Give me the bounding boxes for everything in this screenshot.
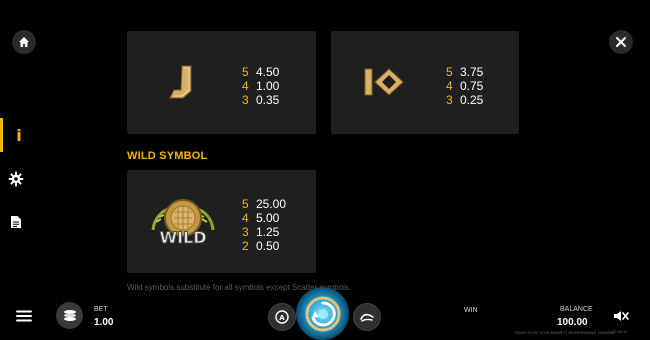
- pay-row: 2 0.50: [242, 239, 286, 253]
- paytable-card-j: 5 4.50 4 1.00 3 0.35: [127, 31, 316, 134]
- autoplay-button[interactable]: A: [268, 303, 296, 331]
- rail-item-info[interactable]: i: [0, 118, 35, 152]
- gear-icon: [8, 171, 24, 187]
- hamburger-icon: [16, 310, 32, 322]
- pay-count: 3: [446, 93, 453, 107]
- pay-count: 5: [242, 197, 249, 211]
- info-icon: i: [16, 125, 22, 145]
- ten-symbol-icon: [364, 68, 404, 96]
- pay-count: 4: [242, 79, 249, 93]
- pay-value: 0.25: [460, 93, 484, 107]
- close-button[interactable]: [609, 30, 633, 54]
- autoplay-icon: A: [275, 310, 289, 324]
- pay-value: 3.75: [460, 65, 484, 79]
- document-icon: [11, 216, 21, 228]
- balance-label: BALANCE: [560, 306, 593, 313]
- pay-value: 1.25: [256, 225, 280, 239]
- pay-count: 3: [242, 225, 249, 239]
- pay-row: 3 1.25: [242, 225, 286, 239]
- pay-row: 3 0.35: [242, 93, 279, 107]
- pay-value: 0.50: [256, 239, 280, 253]
- win-label: WIN: [464, 307, 478, 314]
- home-icon: [19, 37, 29, 47]
- home-button[interactable]: [12, 30, 36, 54]
- svg-text:A: A: [279, 314, 285, 322]
- bet-value: 1.00: [94, 317, 114, 328]
- pay-value: 0.35: [256, 93, 280, 107]
- clock: 21:31:17: [612, 329, 628, 334]
- spin-icon: [305, 296, 340, 331]
- pay-count: 3: [242, 93, 249, 107]
- j-symbol-icon: [169, 65, 192, 99]
- bet-label: BET: [94, 306, 108, 313]
- pay-row: 4 0.75: [446, 79, 483, 93]
- coins-icon: [63, 309, 76, 321]
- wild-symbol-label: WILD: [159, 228, 206, 247]
- rail-item-settings[interactable]: [0, 162, 32, 196]
- menu-button[interactable]: [16, 309, 32, 327]
- section-title-wild: WILD SYMBOL: [127, 150, 208, 162]
- pay-count: 5: [446, 65, 453, 79]
- pay-value: 4.50: [256, 65, 280, 79]
- close-icon: [616, 37, 626, 47]
- pay-count: 4: [446, 79, 453, 93]
- pay-value: 5.00: [256, 211, 280, 225]
- turbo-button[interactable]: [353, 303, 381, 331]
- spin-button[interactable]: [296, 287, 349, 340]
- pay-value: 25.00: [256, 197, 287, 211]
- pay-row: 5 3.75: [446, 65, 483, 79]
- pay-row: 5 25.00: [242, 197, 286, 211]
- pay-value: 0.75: [460, 79, 484, 93]
- pays-list: 5 4.50 4 1.00 3 0.35: [242, 65, 279, 107]
- pay-row: 5 4.50: [242, 65, 279, 79]
- balance-value: 100.00: [557, 317, 588, 328]
- speaker-muted-icon: [614, 311, 629, 321]
- fine-print: DEMO PLAY | FUN MONEY | RESPONSIBLE GAMI…: [515, 330, 614, 335]
- pays-list: 5 3.75 4 0.75 3 0.25: [446, 65, 483, 107]
- pay-value: 1.00: [256, 79, 280, 93]
- paytable-card-10: 5 3.75 4 0.75 3 0.25: [331, 31, 519, 134]
- bet-button[interactable]: [56, 302, 83, 329]
- pay-count: 2: [242, 239, 249, 253]
- paytable-card-wild: WILD 5 25.00 4 5.00 3 1.25 2 0.50: [127, 170, 316, 273]
- pay-row: 4 1.00: [242, 79, 279, 93]
- pay-count: 4: [242, 211, 249, 225]
- pay-count: 5: [242, 65, 249, 79]
- wild-symbol-icon: WILD: [151, 199, 215, 248]
- sound-toggle[interactable]: [612, 308, 630, 329]
- pay-row: 4 5.00: [242, 211, 286, 225]
- turbo-icon: [360, 313, 374, 322]
- pays-list: 5 25.00 4 5.00 3 1.25 2 0.50: [242, 197, 286, 253]
- rail-item-rules[interactable]: [0, 205, 32, 239]
- pay-row: 3 0.25: [446, 93, 483, 107]
